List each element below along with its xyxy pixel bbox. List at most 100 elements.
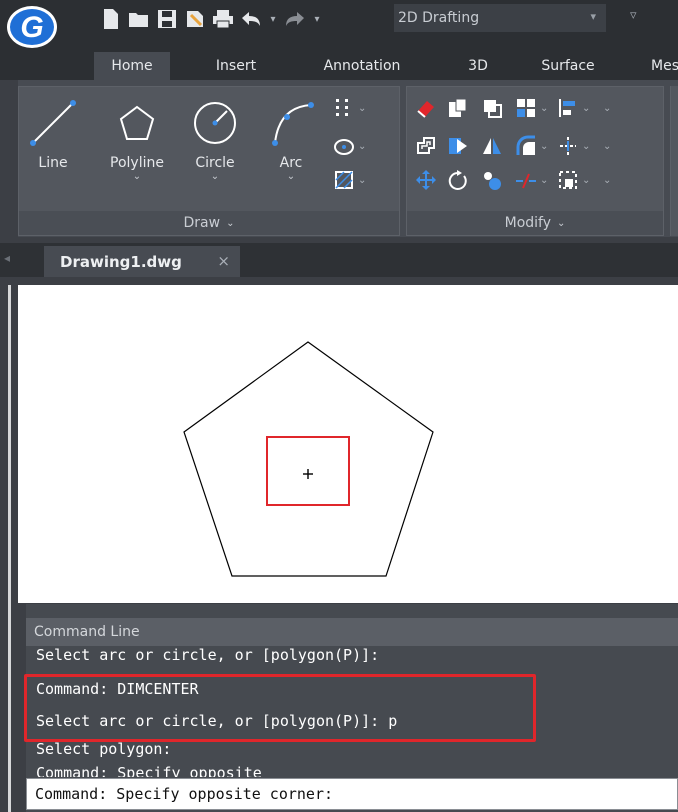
tab-surface[interactable]: Surface bbox=[528, 52, 608, 80]
arc-icon bbox=[272, 102, 314, 146]
undo-dropdown-icon[interactable]: ▾ bbox=[268, 8, 278, 30]
app-logo-icon[interactable]: G bbox=[6, 4, 62, 48]
arc-label: Arc bbox=[279, 155, 303, 171]
rotate-button[interactable] bbox=[447, 167, 475, 193]
align-button[interactable]: ⌄ bbox=[557, 95, 593, 121]
modify-more-button[interactable]: ⌄ bbox=[603, 95, 631, 121]
hatch-tool-button[interactable]: ⌄ bbox=[333, 167, 369, 193]
draw-panel: Line Polyline ⌄ Circle ⌄ Arc ⌄ ⌄ ⌄ ⌄ Dra… bbox=[18, 86, 400, 236]
points-icon bbox=[336, 99, 348, 116]
break-button[interactable]: ⌄ bbox=[515, 167, 551, 193]
document-tab-label: Drawing1.dwg bbox=[60, 252, 182, 271]
chevron-down-icon: ⌄ bbox=[603, 140, 612, 152]
explode-button[interactable]: ⌄ bbox=[557, 167, 593, 193]
save-icon[interactable] bbox=[156, 8, 178, 30]
mirror-copy-button[interactable] bbox=[481, 95, 509, 121]
ribbon-panel-edge bbox=[670, 86, 678, 236]
chevron-down-icon: ⌄ bbox=[210, 171, 220, 182]
erase-button[interactable] bbox=[415, 95, 443, 121]
workspace-dropdown[interactable]: 2D Drafting ▾ bbox=[394, 4, 606, 32]
line-label: Line bbox=[38, 155, 68, 171]
point-tool-button[interactable]: ⌄ bbox=[333, 95, 369, 121]
chevron-down-icon: ⌄ bbox=[286, 171, 296, 182]
tab-insert[interactable]: Insert bbox=[196, 52, 276, 80]
print-icon[interactable] bbox=[212, 8, 234, 30]
scale-icon bbox=[484, 172, 501, 190]
stretch-button[interactable] bbox=[447, 133, 475, 159]
command-history-line: Select arc or circle, or [polygon(P)]: bbox=[36, 646, 380, 664]
break-icon bbox=[516, 173, 536, 189]
circle-tool-button[interactable]: Circle ⌄ bbox=[183, 93, 247, 193]
scale-button[interactable] bbox=[481, 167, 509, 193]
ellipse-tool-button[interactable]: ⌄ bbox=[333, 133, 369, 159]
command-history-line: Select polygon: bbox=[36, 740, 172, 758]
fillet-button[interactable]: ⌄ bbox=[515, 133, 551, 159]
new-file-icon[interactable] bbox=[100, 8, 122, 30]
ribbon-tab-bar: Home Insert Annotation 3D Surface Mes bbox=[0, 50, 678, 80]
trim-icon bbox=[560, 137, 576, 155]
redo-dropdown-icon[interactable]: ▾ bbox=[312, 8, 322, 30]
chevron-down-icon: ⌄ bbox=[132, 171, 142, 182]
pentagon-shape[interactable] bbox=[183, 341, 434, 577]
chevron-down-icon: ⌄ bbox=[226, 217, 235, 229]
line-tool-button[interactable]: Line bbox=[21, 93, 85, 193]
arc-tool-button[interactable]: Arc ⌄ bbox=[259, 93, 323, 193]
tab-mesh[interactable]: Mes bbox=[640, 52, 678, 80]
command-highlight-box bbox=[24, 674, 536, 742]
stretch-icon bbox=[449, 138, 467, 154]
svg-text:G: G bbox=[20, 11, 43, 44]
align-icon bbox=[559, 99, 575, 117]
customize-toolbar-icon[interactable]: ▿ bbox=[630, 8, 637, 23]
close-icon[interactable]: × bbox=[217, 252, 230, 270]
center-mark bbox=[303, 469, 313, 479]
command-history-line: Command: Specify opposite bbox=[36, 764, 262, 777]
hatch-icon bbox=[335, 171, 353, 189]
circle-icon bbox=[194, 102, 236, 144]
mirror-button[interactable] bbox=[481, 133, 509, 159]
copy-button[interactable] bbox=[447, 95, 475, 121]
fillet-icon bbox=[516, 135, 535, 155]
command-input[interactable]: Command: Specify opposite corner: bbox=[26, 778, 678, 810]
rotate-icon bbox=[448, 170, 467, 190]
modify-more-button-3[interactable]: ⌄ bbox=[603, 167, 631, 193]
modify-panel: ⌄ ⌄ ⌄ ⌄ ⌄ ⌄ ⌄ ⌄ ⌄ Modify ⌄ bbox=[406, 86, 664, 236]
quick-access-toolbar: ▾ ▾ bbox=[100, 6, 322, 32]
mirror-icon bbox=[483, 138, 501, 154]
polyline-label: Polyline bbox=[110, 155, 164, 171]
open-folder-icon[interactable] bbox=[128, 8, 150, 30]
line-icon bbox=[30, 100, 76, 146]
offset-icon bbox=[484, 100, 502, 118]
polygon-icon bbox=[119, 105, 155, 140]
window-edge bbox=[8, 285, 11, 812]
copy-icon bbox=[449, 98, 467, 117]
trim-button[interactable]: ⌄ bbox=[557, 133, 593, 159]
tab-annotation[interactable]: Annotation bbox=[302, 52, 422, 80]
command-input-text: Command: Specify opposite corner: bbox=[35, 785, 334, 803]
save-as-icon[interactable] bbox=[184, 8, 206, 30]
drawing-canvas[interactable] bbox=[18, 285, 678, 603]
redo-icon[interactable] bbox=[284, 8, 306, 30]
circle-label: Circle bbox=[195, 155, 235, 171]
chevron-down-icon: ⌄ bbox=[603, 102, 612, 114]
command-line-title: Command Line bbox=[26, 618, 678, 646]
modify-more-button-2[interactable]: ⌄ bbox=[603, 133, 631, 159]
undo-icon[interactable] bbox=[240, 8, 262, 30]
chevron-down-icon: ▾ bbox=[590, 10, 596, 23]
scroll-left-icon[interactable]: ◂ bbox=[4, 251, 10, 265]
eraser-icon bbox=[417, 101, 434, 118]
ellipse-icon bbox=[334, 139, 354, 155]
offset-shape-icon bbox=[417, 137, 435, 154]
tab-3d[interactable]: 3D bbox=[450, 52, 506, 80]
document-tab[interactable]: Drawing1.dwg × bbox=[44, 246, 240, 277]
array-button[interactable]: ⌄ bbox=[515, 95, 551, 121]
draw-panel-title[interactable]: Draw ⌄ bbox=[19, 211, 399, 235]
chevron-down-icon: ⌄ bbox=[603, 174, 612, 186]
offset-button[interactable] bbox=[415, 133, 443, 159]
polyline-tool-button[interactable]: Polyline ⌄ bbox=[99, 93, 175, 193]
move-button[interactable] bbox=[415, 167, 443, 193]
tab-home[interactable]: Home bbox=[94, 52, 170, 80]
array-icon bbox=[517, 99, 535, 117]
chevron-down-icon: ⌄ bbox=[557, 217, 566, 229]
move-icon bbox=[416, 170, 436, 190]
modify-panel-title[interactable]: Modify ⌄ bbox=[407, 211, 663, 235]
